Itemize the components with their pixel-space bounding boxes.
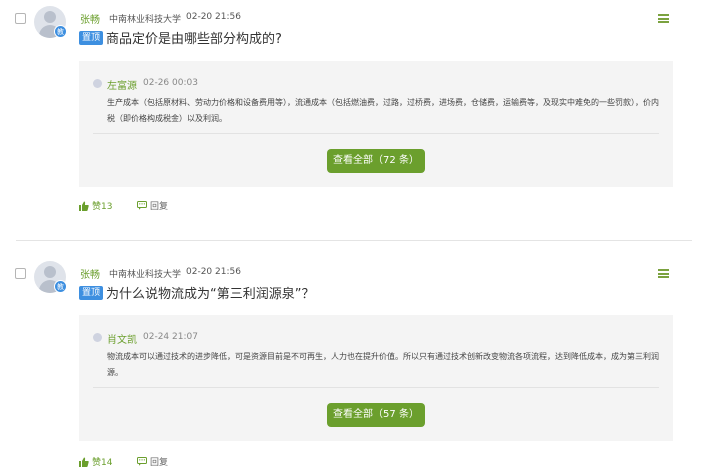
thumb-up-icon bbox=[79, 201, 89, 211]
like-button[interactable]: 赞13 bbox=[79, 199, 112, 212]
answer-divider bbox=[93, 387, 659, 388]
post-date: 02-20 21:56 bbox=[186, 12, 241, 22]
author-name[interactable]: 张畅 bbox=[80, 266, 100, 281]
answer-text: 物流成本可以通过技术的进步降低，可是资源目前是不可再生，人力也在提升价值。所以只… bbox=[107, 352, 659, 377]
answer-date: 02-26 00:03 bbox=[143, 78, 198, 88]
post-divider bbox=[16, 240, 692, 241]
reply-button[interactable]: 回复 bbox=[137, 199, 168, 212]
teacher-badge: 教 bbox=[54, 25, 67, 38]
reply-icon bbox=[137, 201, 147, 210]
reply-button[interactable]: 回复 bbox=[137, 455, 168, 468]
like-count: 赞13 bbox=[92, 202, 113, 212]
author-name[interactable]: 张畅 bbox=[80, 11, 100, 26]
answer-author[interactable]: 左富源 bbox=[107, 77, 137, 92]
answer-author[interactable]: 肖文凯 bbox=[107, 331, 137, 346]
post-title[interactable]: 为什么说物流成为“第三利润源泉”？ bbox=[106, 283, 314, 302]
school-name: 中南林业科技大学 bbox=[109, 270, 182, 280]
post-title[interactable]: 商品定价是由哪些部分构成的? bbox=[106, 28, 282, 47]
thumb-up-icon bbox=[79, 457, 89, 467]
teacher-badge: 教 bbox=[54, 280, 67, 293]
answer-box: 肖文凯 02-24 21:07 物流成本可以通过技术的进步降低，可是资源目前是不… bbox=[79, 315, 673, 441]
select-checkbox[interactable] bbox=[15, 13, 26, 24]
answer-divider bbox=[93, 133, 659, 134]
post-date: 02-20 21:56 bbox=[186, 267, 241, 277]
school-name: 中南林业科技大学 bbox=[109, 15, 182, 25]
answer-date: 02-24 21:07 bbox=[143, 332, 198, 342]
answer-avatar bbox=[93, 79, 102, 88]
reply-label: 回复 bbox=[150, 202, 169, 212]
menu-icon[interactable] bbox=[658, 269, 669, 278]
pin-badge: 置顶 bbox=[79, 31, 104, 45]
discussion-post: 教 张畅 中南林业科技大学 02-20 21:56 置顶 为什么说物流成为“第三… bbox=[0, 255, 710, 473]
view-all-button[interactable]: 查看全部（72 条） bbox=[327, 149, 425, 173]
answer-avatar bbox=[93, 333, 102, 342]
answer-text: 生产成本（包括原材料、劳动力价格和设备费用等），流通成本（包括燃油费，过路，过桥… bbox=[107, 98, 659, 123]
menu-icon[interactable] bbox=[658, 14, 669, 23]
answer-box: 左富源 02-26 00:03 生产成本（包括原材料、劳动力价格和设备费用等），… bbox=[79, 61, 673, 187]
like-count: 赞14 bbox=[92, 458, 113, 468]
reply-label: 回复 bbox=[150, 458, 169, 468]
select-checkbox[interactable] bbox=[15, 268, 26, 279]
view-all-button[interactable]: 查看全部（57 条） bbox=[327, 403, 425, 427]
discussion-post: 教 张畅 中南林业科技大学 02-20 21:56 置顶 商品定价是由哪些部分构… bbox=[0, 0, 710, 236]
like-button[interactable]: 赞14 bbox=[79, 455, 112, 468]
reply-icon bbox=[137, 457, 147, 466]
pin-badge: 置顶 bbox=[79, 286, 104, 300]
